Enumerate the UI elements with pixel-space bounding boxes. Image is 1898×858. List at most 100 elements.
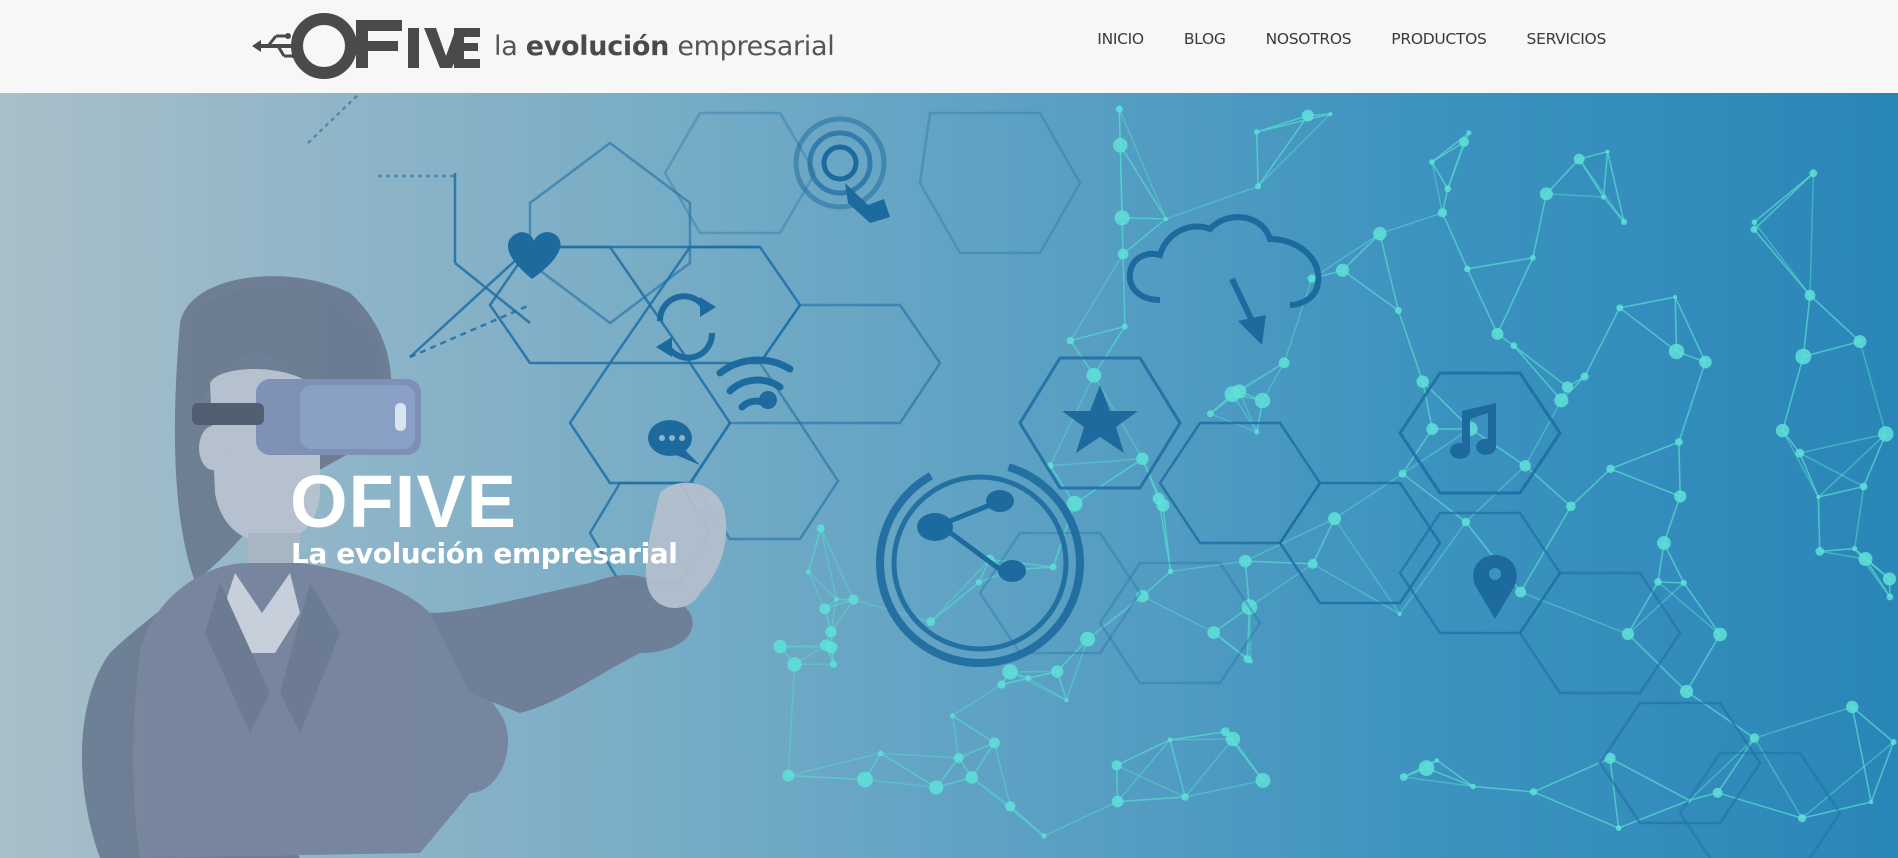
share-icon [876,459,1084,667]
mesh-link [880,752,959,759]
mesh-node [1750,225,1758,233]
mesh-node [857,771,873,788]
mesh-link [1753,172,1814,223]
mesh-node [1853,335,1867,349]
mesh-link [1619,296,1676,309]
mesh-link [1009,805,1045,837]
mesh-node [1674,438,1683,446]
mesh-link [1602,151,1609,198]
nav-item-productos[interactable]: PRODUCTOS [1391,30,1487,48]
mesh-link [1165,185,1259,220]
tagline-suffix: empresarial [677,30,835,62]
mesh-link [1065,638,1089,701]
mesh-node [1529,254,1536,261]
mesh-link [1122,254,1126,327]
mesh-node [830,660,838,668]
mesh-link [788,774,866,781]
share-nodes [917,490,1026,582]
mesh-node [1886,593,1894,601]
mesh-link [1685,634,1721,692]
mesh-node [819,639,832,652]
mesh-node [805,569,811,575]
mesh-node [1713,627,1727,642]
mesh-link [1862,433,1887,487]
nav-item-servicios[interactable]: SERVICIOS [1527,30,1607,48]
mesh-node [1254,392,1271,409]
mesh-link [1116,739,1171,767]
mesh-node [1066,336,1075,345]
mesh-node [877,750,884,757]
mesh-node [833,596,839,602]
hero-banner: OFIVE La evolución empresarial [0,93,1898,858]
mesh-link [1619,307,1678,352]
nav-item-inicio[interactable]: INICIO [1097,30,1144,48]
mesh-node [1373,226,1387,241]
tagline-prefix: la [494,30,518,62]
mesh-link [1627,633,1688,693]
cloud-download-icon [1126,214,1322,327]
mesh-node [926,617,936,627]
nav-item-blog[interactable]: BLOG [1184,30,1226,48]
wifi-icon [716,356,794,411]
mesh-node [1086,367,1102,383]
mesh-node [1254,429,1260,435]
mesh-node [953,752,964,763]
mesh-node [1117,248,1129,260]
mesh-node [1566,501,1576,512]
mesh-node [1616,304,1624,312]
mesh-link [1333,518,1401,615]
nav-item-nosotros[interactable]: NOSOTROS [1266,30,1352,48]
mesh-node [1163,216,1169,222]
mesh-link [1610,468,1681,498]
mesh-node [1859,482,1868,491]
mesh-link [1117,796,1186,803]
mesh-node [965,771,978,784]
mesh-node [1845,700,1859,714]
mesh-node [1529,788,1538,796]
mesh-link [1546,193,1604,198]
mesh-node [1459,137,1470,148]
mesh-node [1466,130,1472,136]
mesh-node [1751,219,1758,225]
mesh-node [1307,274,1317,283]
mesh-link [1119,144,1167,220]
mesh-node [1444,185,1452,193]
mesh-node [1243,654,1252,664]
mesh-link [1162,505,1172,572]
mesh-node [1181,793,1189,801]
mesh-node [1461,517,1471,527]
wifi-dot [759,391,777,409]
tagline-bold: evolución [525,30,670,62]
mesh-link [930,581,980,623]
mesh-node [1136,452,1149,465]
mesh-link [1169,739,1186,798]
mesh-node [1156,498,1170,512]
mesh-link [1678,361,1707,443]
touch-icon [793,116,890,223]
mesh-link [1447,141,1465,189]
mesh-node [1470,783,1476,790]
mesh-link [1257,113,1331,187]
mesh-link [1609,758,1620,829]
mesh-link [1256,113,1331,133]
mesh-link [1627,581,1659,635]
mesh-node [1114,210,1130,226]
chat-icon [648,420,700,465]
mesh-node [1002,664,1018,680]
mesh-node [1679,684,1694,699]
mesh-node [1255,773,1271,788]
mesh-link [1466,268,1499,335]
mesh-node [949,713,956,719]
mesh-link [1809,294,1861,343]
mesh-node [1253,129,1260,135]
site-header: la evolución empresarial INICIO BLOG NOS… [0,0,1898,93]
mesh-link [1118,108,1167,220]
logo[interactable]: la evolución empresarial [252,6,835,86]
mesh-node [1815,547,1825,556]
mesh-link [1817,497,1821,552]
mesh-link [1781,356,1805,431]
mesh-link [1119,145,1123,218]
mesh-node [1580,372,1589,381]
mesh-link [1232,738,1264,781]
mesh-node [1167,737,1173,743]
